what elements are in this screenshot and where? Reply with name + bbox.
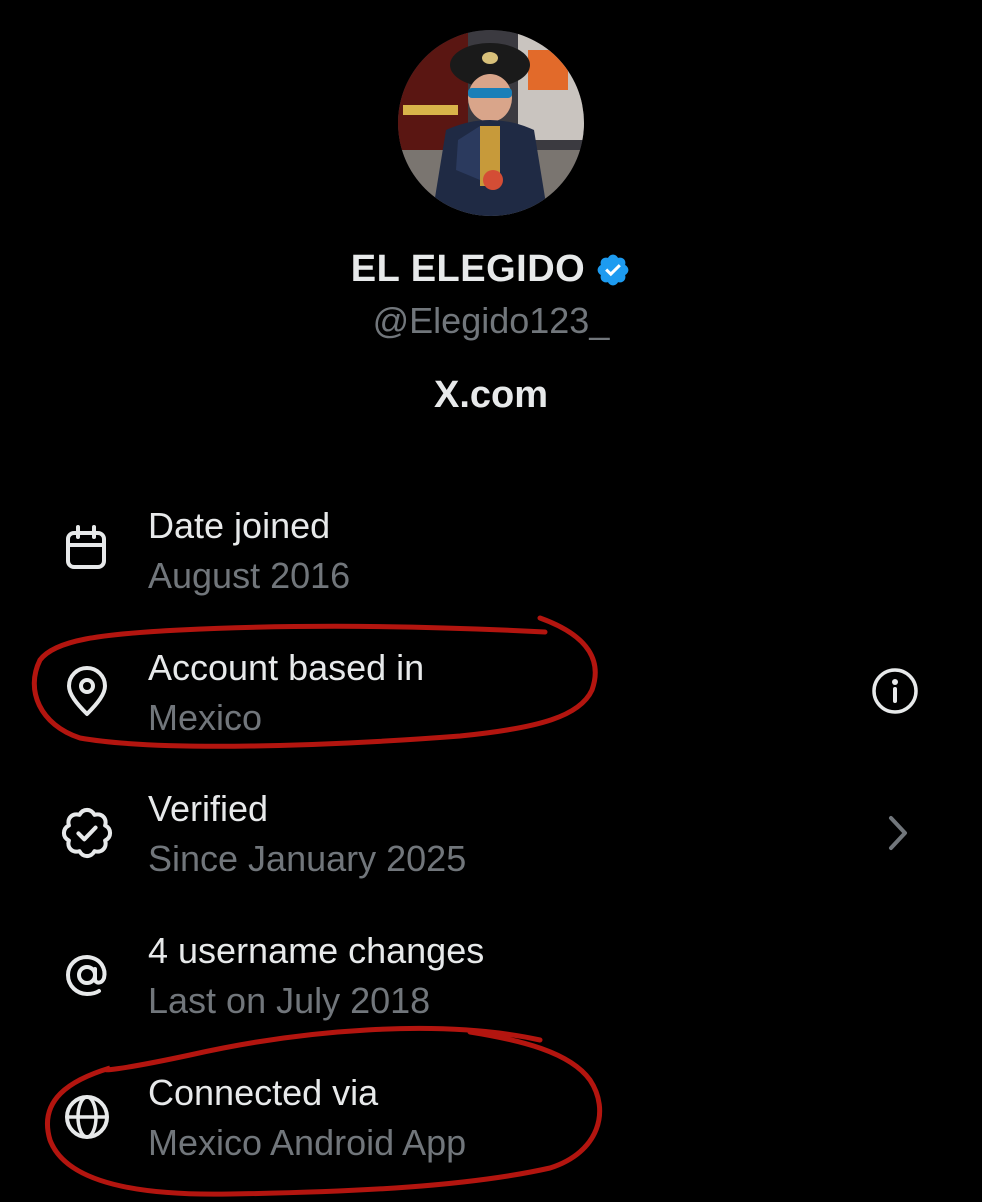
chevron-right-icon[interactable]: [872, 806, 926, 860]
info-row-verified[interactable]: Verified Since January 2025: [0, 788, 982, 918]
verified-badge-icon[interactable]: [595, 252, 631, 288]
globe-icon: [60, 1090, 114, 1144]
info-row-subtitle: Mexico Android App: [148, 1122, 467, 1163]
display-name-row: EL ELEGIDO: [0, 248, 982, 291]
info-row-title: Connected via: [148, 1072, 379, 1113]
info-row-subtitle: August 2016: [148, 555, 351, 596]
info-row-title: Verified: [148, 788, 269, 829]
info-row-account-based-in: Account based in Mexico: [0, 647, 982, 777]
at-sign-icon: [60, 948, 114, 1002]
profile-avatar-photo: [398, 30, 584, 216]
display-name: EL ELEGIDO: [350, 248, 586, 290]
info-row-connected-via: Connected via Mexico Android App: [0, 1072, 982, 1202]
info-row-date-joined: Date joined August 2016: [0, 505, 982, 635]
info-row-subtitle: Since January 2025: [148, 838, 467, 879]
info-row-title: 4 username changes: [148, 930, 485, 971]
info-row-title: Date joined: [148, 505, 331, 546]
info-row-subtitle: Mexico: [148, 697, 263, 738]
info-row-subtitle: Last on July 2018: [148, 980, 431, 1021]
verified-check-icon: [60, 806, 114, 860]
info-row-title: Account based in: [148, 647, 425, 688]
calendar-icon: [60, 523, 114, 577]
site-link[interactable]: X.com: [0, 374, 982, 417]
profile-handle: @Elegido123_: [372, 300, 610, 341]
info-row-username-changes: 4 username changes Last on July 2018: [0, 930, 982, 1060]
location-pin-icon: [60, 665, 114, 719]
profile-avatar[interactable]: [398, 30, 584, 216]
info-icon[interactable]: [868, 664, 922, 718]
